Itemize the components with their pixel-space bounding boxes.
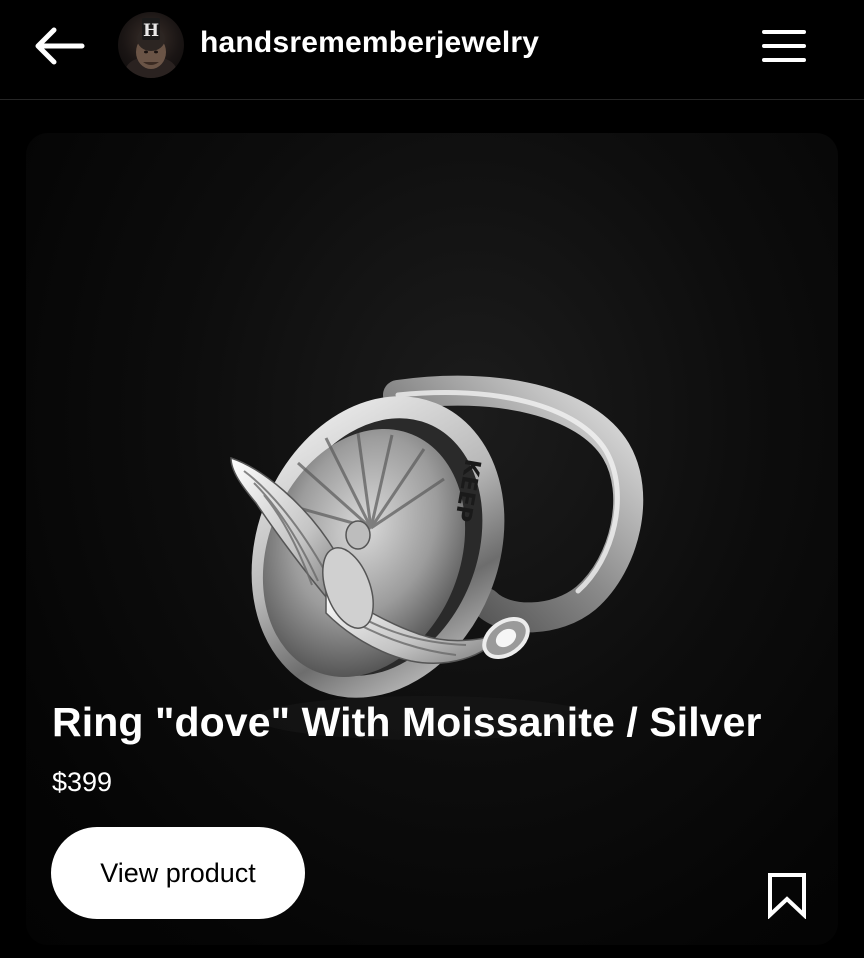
save-button[interactable] xyxy=(764,871,810,920)
view-product-label: View product xyxy=(100,857,256,888)
profile-avatar-image: H xyxy=(125,18,177,78)
product-price: $399 xyxy=(52,767,113,797)
silver-dove-ring-image[interactable]: KEEP xyxy=(26,133,838,945)
view-product-button[interactable]: View product xyxy=(51,827,305,919)
hamburger-menu-icon xyxy=(762,30,806,62)
menu-button[interactable] xyxy=(758,24,810,68)
product-card: KEEP Ring "dove" With Moissanite / Silve… xyxy=(26,133,838,945)
avatar[interactable]: H xyxy=(118,12,184,78)
product-title: Ring "dove" With Moissanite / Silver xyxy=(52,699,762,745)
profile-username[interactable]: handsrememberjewelry xyxy=(200,26,539,60)
bookmark-icon xyxy=(768,873,806,920)
arrow-left-icon xyxy=(35,27,85,65)
top-bar: H handsrememberjewelry xyxy=(0,0,864,100)
back-button[interactable] xyxy=(30,24,88,68)
svg-text:H: H xyxy=(143,21,159,41)
